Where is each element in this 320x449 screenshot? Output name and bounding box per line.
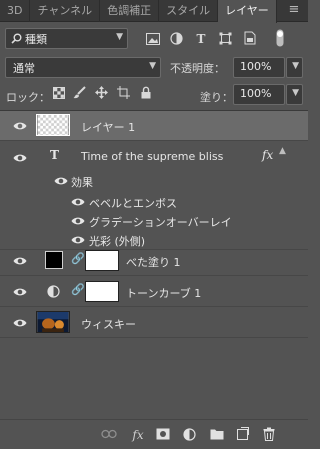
adjustment-layer-icon [47,285,60,298]
tab-3d[interactable]: 3D [0,0,31,22]
blend-mode-value: 通常 [13,62,35,75]
layer-thumbnail-transparent [36,114,70,136]
fill-color-swatch[interactable] [45,251,63,269]
opacity-value: 100% [240,60,272,73]
image-layer-thumbnail [36,311,70,333]
effects-visibility-eye-icon[interactable] [54,176,68,186]
opacity-label: 不透明度： [170,62,225,75]
tab-styles[interactable]: スタイル [159,0,219,22]
chain-link-icon[interactable]: 🔗 [71,252,85,265]
panel-menu-icon[interactable]: ≡ [280,0,308,21]
chevron-down-icon: ▼ [292,61,299,71]
new-layer-icon[interactable] [237,427,249,440]
tab-adjustments[interactable]: 色調補正 [100,0,160,22]
effects-label: 効果 [71,176,93,189]
new-adjustment-layer-icon[interactable] [183,428,196,441]
visibility-eye-icon[interactable] [13,318,27,328]
collapse-effects-chevron-icon[interactable]: ▲ [279,146,286,156]
chain-link-icon[interactable]: 🔗 [71,283,85,296]
link-layers-icon[interactable] [101,429,117,439]
fill-dropdown[interactable]: ▼ [286,84,303,105]
panel-tab-bar: 3D チャンネル 色調補正 スタイル レイヤー ≡ [0,0,308,23]
filter-kind-select[interactable]: 種類 ▼ [5,28,128,49]
layer-row-curves[interactable]: 🔗 トーンカーブ 1 [0,276,308,307]
fill-label: 塗り： [200,91,233,104]
visibility-eye-icon[interactable] [13,121,27,131]
pixel-filter-icon[interactable] [146,33,160,45]
fill-input[interactable]: 100% [233,84,285,105]
layers-bottom-toolbar: fx [0,419,308,449]
lock-position-move-icon[interactable] [95,86,108,99]
add-layer-style-fx-icon[interactable]: fx [130,427,146,443]
lock-label: ロック： [6,91,50,104]
layer-row-text[interactable]: T Time of the supreme bliss fx ▲ 効果 ベベルと… [0,142,308,250]
chevron-down-icon: ▼ [292,88,299,98]
type-filter-icon[interactable]: T [193,31,209,47]
effect-visibility-eye-icon[interactable] [71,197,85,207]
chevron-down-icon: ▼ [116,32,123,42]
tab-layers[interactable]: レイヤー [218,0,277,23]
lock-pixels-brush-icon[interactable] [73,86,86,99]
search-icon [11,33,22,44]
effect-gradient-overlay[interactable]: グラデーションオーバーレイ [89,214,232,230]
type-layer-icon: T [50,148,59,162]
visibility-eye-icon[interactable] [13,153,27,163]
filter-toggle-icon[interactable] [276,29,284,47]
tab-channels[interactable]: チャンネル [30,0,101,22]
visibility-eye-icon[interactable] [13,256,27,266]
delete-layer-trash-icon[interactable] [263,427,275,441]
layer-name: Time of the supreme bliss [81,150,224,163]
layer-mask-thumbnail[interactable] [85,281,119,302]
lock-transparency-icon[interactable] [53,87,65,99]
effect-bevel-emboss[interactable]: ベベルとエンボス [89,195,177,211]
effect-visibility-eye-icon[interactable] [71,235,85,245]
layer-name: レイヤー 1 [81,121,136,134]
blend-mode-select[interactable]: 通常 ▼ [5,57,161,78]
layer-name: ウィスキー [81,318,136,331]
layer-name: トーンカーブ 1 [126,287,202,300]
add-mask-icon[interactable] [156,428,170,440]
filter-kind-label: 種類 [25,33,47,46]
opacity-input[interactable]: 100% [233,57,285,78]
lock-artboard-icon[interactable] [117,86,130,99]
fill-value: 100% [240,87,272,100]
layers-list: レイヤー 1 T Time of the supreme bliss fx ▲ … [0,110,308,419]
opacity-dropdown[interactable]: ▼ [286,57,303,78]
shape-filter-icon[interactable] [219,32,232,45]
layer-row-layer1[interactable]: レイヤー 1 [0,111,308,141]
chevron-down-icon: ▼ [149,61,156,71]
adjustment-filter-icon[interactable] [170,32,183,45]
fx-badge-icon[interactable]: fx [262,148,273,162]
visibility-eye-icon[interactable] [13,287,27,297]
effect-visibility-eye-icon[interactable] [71,216,85,226]
lock-all-icon[interactable] [141,86,151,99]
smart-object-filter-icon[interactable] [244,31,256,45]
layer-mask-thumbnail[interactable] [85,250,119,271]
layer-row-solid-fill[interactable]: 🔗 べた塗り 1 [0,245,308,276]
layer-row-image[interactable]: ウィスキー [0,307,308,338]
layer-name: べた塗り 1 [126,256,181,269]
new-group-folder-icon[interactable] [210,428,224,440]
